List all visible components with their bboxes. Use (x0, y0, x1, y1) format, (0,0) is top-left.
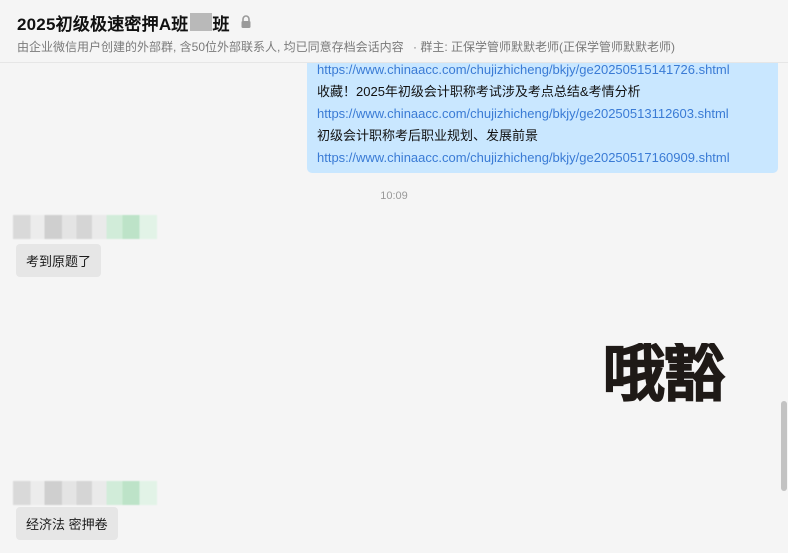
sticker-image[interactable]: 哦豁 (602, 336, 778, 423)
scrollbar-thumb[interactable] (781, 401, 787, 491)
incoming-message-bubble[interactable]: 经济法 密押卷 (16, 507, 118, 540)
redacted-block (189, 13, 212, 31)
message-timestamp: 10:09 (380, 190, 408, 202)
message-link[interactable]: https://www.chinaacc.com/chujizhicheng/b… (317, 147, 730, 169)
message-text: 收藏！2025年初级会计职称考试涉及考点总结&考情分析 (317, 84, 641, 99)
message-text: 初级会计职称考后职业规划、发展前景 (317, 128, 539, 143)
chat-area[interactable]: https://www.chinaacc.com/chujizhicheng/b… (0, 62, 788, 553)
sticker-text: 哦豁 (603, 343, 725, 410)
sender-name-redacted (13, 215, 157, 239)
group-title[interactable]: 2025初级极速密押A班 班 (17, 11, 252, 34)
lock-icon (240, 15, 252, 29)
incoming-message-bubble[interactable]: 考到原题了 (16, 244, 102, 277)
group-owner: · 群主: 正保学管师默默老师(正保学管师默默老师) (413, 40, 676, 54)
outgoing-message-bubble[interactable]: https://www.chinaacc.com/chujizhicheng/b… (307, 62, 778, 173)
group-title-text: 2025初级极速密押A班 (17, 14, 189, 34)
sender-name-redacted (13, 481, 157, 505)
message-link[interactable]: https://www.chinaacc.com/chujizhicheng/b… (317, 103, 729, 125)
chat-header: 2025初级极速密押A班 班 由企业微信用户创建的外部群, 含50位外部联系人,… (0, 0, 788, 63)
group-description: 由企业微信用户创建的外部群, 含50位外部联系人, 均已同意存档会话内容 (17, 40, 404, 54)
group-subtitle: 由企业微信用户创建的外部群, 含50位外部联系人, 均已同意存档会话内容 · 群… (17, 38, 675, 55)
group-title-suffix: 班 (212, 14, 230, 34)
